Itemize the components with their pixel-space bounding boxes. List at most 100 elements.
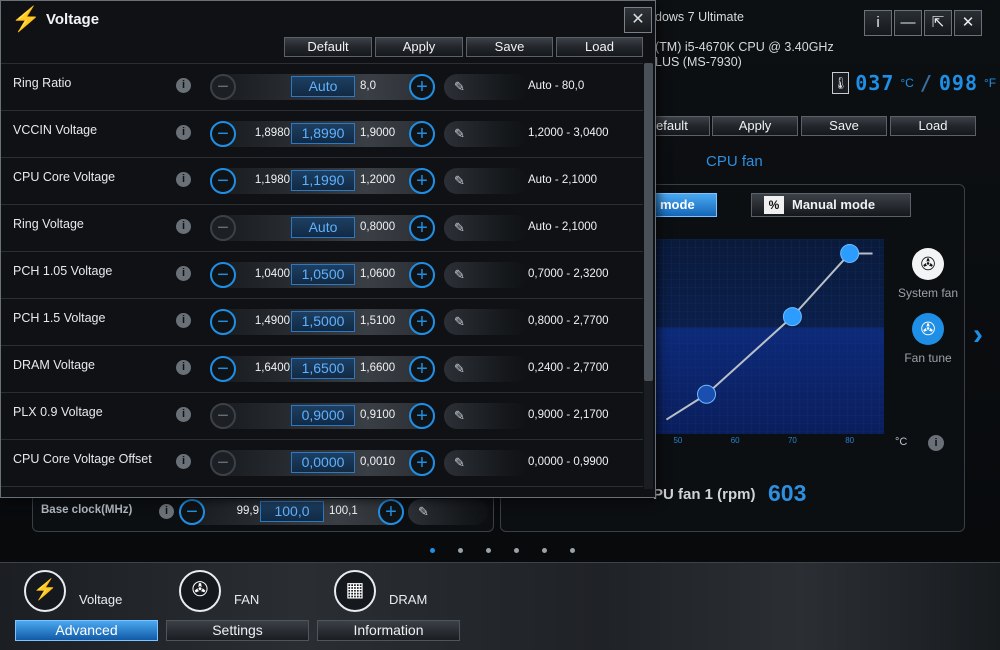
fan-curve-point[interactable] xyxy=(840,243,860,263)
fan-nav-label[interactable]: FAN xyxy=(234,592,259,607)
increase-button[interactable]: + xyxy=(409,356,435,382)
higher-value: 1,6600 xyxy=(360,362,396,374)
pencil-icon[interactable]: ✎ xyxy=(444,403,528,429)
info-icon[interactable]: i xyxy=(176,125,191,140)
page-dot[interactable] xyxy=(458,548,463,553)
fan-icon[interactable]: ✇ xyxy=(179,570,221,612)
bg-default-button[interactable]: efault xyxy=(655,116,710,136)
save-button[interactable]: Save xyxy=(466,37,553,57)
auto-mode-button[interactable]: mode xyxy=(655,193,717,217)
info-icon[interactable]: i xyxy=(176,407,191,422)
fan-curve-point[interactable] xyxy=(697,384,717,404)
current-value[interactable]: Auto xyxy=(291,217,355,238)
value-range: 0,0000 - 0,9900 xyxy=(528,456,609,468)
page-dot[interactable] xyxy=(486,548,491,553)
voltage-row: CPU Core Voltage i − 1,1980 1,1990 1,2000 + ✎ Au… xyxy=(1,157,643,204)
pencil-icon[interactable]: ✎ xyxy=(444,450,528,476)
pencil-icon[interactable]: ✎ xyxy=(444,215,528,241)
decrease-button[interactable]: − xyxy=(210,356,236,382)
pencil-icon[interactable]: ✎ xyxy=(444,309,528,335)
fan-curve-chart[interactable]: 50 60 70 80 xyxy=(655,239,884,447)
fan-tune-tab[interactable]: ✇ Fan tune xyxy=(893,313,963,365)
higher-value: 8,0 xyxy=(360,80,376,92)
base-clock-current[interactable]: 100,0 xyxy=(260,501,324,522)
fan-info-icon[interactable]: i xyxy=(928,435,944,451)
decrease-button[interactable]: − xyxy=(210,450,236,476)
higher-value: 1,0600 xyxy=(360,268,396,280)
bg-save-button[interactable]: Save xyxy=(801,116,887,136)
current-value[interactable]: 1,8990 xyxy=(291,123,355,144)
increase-button[interactable]: + xyxy=(409,403,435,429)
base-clock-edit-button[interactable]: ✎ xyxy=(408,499,488,525)
value-stepper: − 1,0400 1,0500 1,0600 + xyxy=(210,262,435,288)
advanced-tab[interactable]: Advanced xyxy=(15,620,158,641)
current-value[interactable]: 0,0000 xyxy=(291,452,355,473)
increase-button[interactable]: + xyxy=(409,168,435,194)
bg-load-button[interactable]: Load xyxy=(890,116,976,136)
pencil-icon[interactable]: ✎ xyxy=(444,262,528,288)
bg-apply-button[interactable]: Apply xyxy=(712,116,798,136)
voltage-nav-label[interactable]: Voltage xyxy=(79,592,122,607)
pencil-icon[interactable]: ✎ xyxy=(444,121,528,147)
voltage-dialog: ⚡ Voltage ✕ Default Apply Save Load Ring… xyxy=(0,0,656,498)
base-clock-decrease-button[interactable]: − xyxy=(179,499,205,525)
current-value[interactable]: 1,0500 xyxy=(291,264,355,285)
decrease-button[interactable]: − xyxy=(210,262,236,288)
increase-button[interactable]: + xyxy=(409,309,435,335)
info-icon[interactable]: i xyxy=(176,313,191,328)
next-page-arrow-icon[interactable]: › xyxy=(973,318,983,352)
settings-tab[interactable]: Settings xyxy=(166,620,309,641)
temperature-readout: 🌡 037 °C / 098 °F xyxy=(832,71,997,95)
load-button[interactable]: Load xyxy=(556,37,643,57)
fan-curve-point[interactable] xyxy=(782,307,802,327)
value-range: Auto - 80,0 xyxy=(528,80,585,92)
pencil-icon[interactable]: ✎ xyxy=(444,356,528,382)
close-button[interactable]: ✕ xyxy=(954,10,982,36)
decrease-button[interactable]: − xyxy=(210,403,236,429)
default-button[interactable]: Default xyxy=(284,37,372,57)
increase-button[interactable]: + xyxy=(409,450,435,476)
page-dot[interactable] xyxy=(542,548,547,553)
scrollbar-thumb[interactable] xyxy=(644,63,653,381)
restore-button[interactable]: ⇱ xyxy=(924,10,952,36)
manual-mode-button[interactable]: % Manual mode xyxy=(751,193,911,217)
system-fan-tab[interactable]: ✇ System fan xyxy=(893,248,963,300)
increase-button[interactable]: + xyxy=(409,262,435,288)
dram-icon[interactable]: ▦ xyxy=(334,570,376,612)
pencil-icon[interactable] xyxy=(444,497,528,498)
dram-nav-label[interactable]: DRAM xyxy=(389,592,427,607)
info-icon[interactable]: i xyxy=(176,266,191,281)
voltage-icon[interactable]: ⚡ xyxy=(24,570,66,612)
dialog-close-button[interactable]: ✕ xyxy=(624,7,652,33)
increase-button[interactable]: + xyxy=(409,74,435,100)
page-dot[interactable] xyxy=(430,548,435,553)
decrease-button[interactable]: − xyxy=(210,168,236,194)
current-value[interactable]: 1,1990 xyxy=(291,170,355,191)
info-icon[interactable]: i xyxy=(176,454,191,469)
info-button[interactable]: i xyxy=(864,10,892,36)
current-value[interactable]: 0,9000 xyxy=(291,405,355,426)
info-icon[interactable]: i xyxy=(176,78,191,93)
apply-button[interactable]: Apply xyxy=(375,37,463,57)
pencil-icon[interactable]: ✎ xyxy=(444,168,528,194)
info-icon[interactable]: i xyxy=(176,172,191,187)
increase-button[interactable]: + xyxy=(409,121,435,147)
current-value[interactable]: Auto xyxy=(291,76,355,97)
information-tab[interactable]: Information xyxy=(317,620,460,641)
base-clock-info-icon[interactable]: i xyxy=(159,504,174,519)
info-icon[interactable]: i xyxy=(176,360,191,375)
pencil-icon[interactable]: ✎ xyxy=(444,74,528,100)
decrease-button[interactable]: − xyxy=(210,121,236,147)
decrease-button[interactable]: − xyxy=(210,74,236,100)
minimize-button[interactable]: — xyxy=(894,10,922,36)
increase-button[interactable]: + xyxy=(409,215,435,241)
current-value[interactable]: 1,6500 xyxy=(291,358,355,379)
info-icon[interactable]: i xyxy=(176,219,191,234)
page-dot[interactable] xyxy=(514,548,519,553)
current-value[interactable]: 1,5000 xyxy=(291,311,355,332)
decrease-button[interactable]: − xyxy=(210,215,236,241)
decrease-button[interactable]: − xyxy=(210,309,236,335)
page-dot[interactable] xyxy=(570,548,575,553)
thermometer-icon[interactable]: 🌡 xyxy=(832,72,850,94)
base-clock-increase-button[interactable]: + xyxy=(378,499,404,525)
